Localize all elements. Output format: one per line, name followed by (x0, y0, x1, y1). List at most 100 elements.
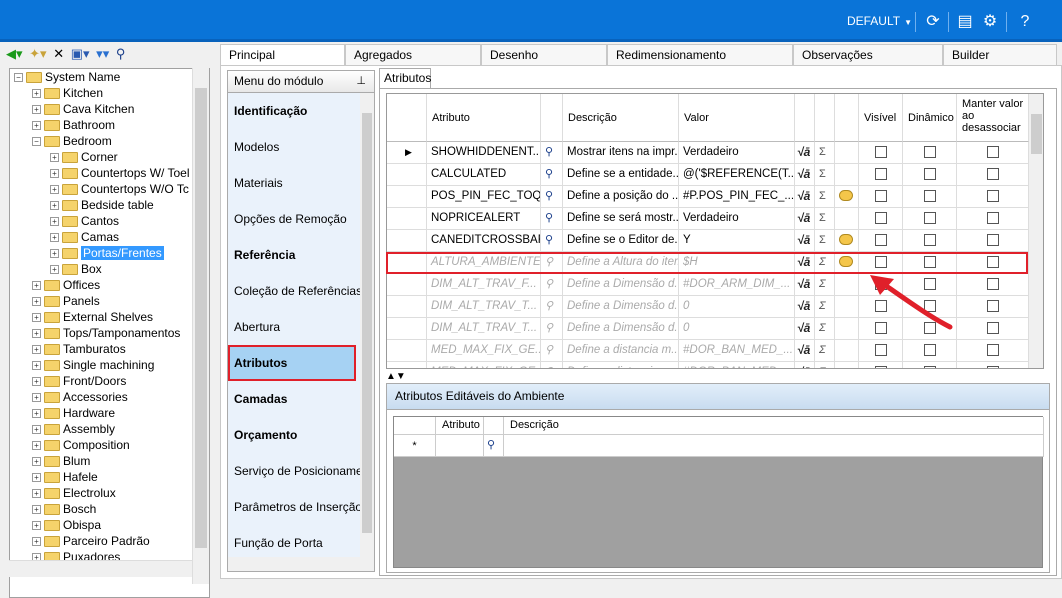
table-row[interactable]: DIM_ALT_TRAV_T... ⚲ Define a Dimensão d...… (387, 318, 1043, 340)
dynamic-checkbox[interactable] (903, 186, 957, 208)
sigma-icon[interactable]: Σ (815, 252, 835, 274)
cell-attribute[interactable]: SHOWHIDDENENT... (427, 142, 541, 164)
expand-icon[interactable]: + (32, 441, 41, 451)
expand-icon[interactable]: + (50, 217, 59, 227)
visible-checkbox[interactable] (859, 142, 903, 164)
cell-description[interactable]: Define a Dimensão d... (563, 296, 679, 318)
binoculars-icon[interactable]: ⚲ (541, 340, 563, 362)
formula-icon[interactable]: √ā (795, 142, 815, 164)
collapse-icon[interactable]: − (14, 73, 23, 83)
row-selector[interactable] (387, 208, 427, 230)
comment-cell[interactable] (835, 296, 859, 318)
formula-icon[interactable]: √ā (795, 230, 815, 252)
tab-observacoes[interactable]: Observações (793, 44, 943, 66)
sigma-icon[interactable]: Σ (815, 296, 835, 318)
collapse-icon[interactable]: − (32, 137, 41, 147)
grid-header-keep-value[interactable]: Manter valor ao desassociar (957, 94, 1029, 142)
binoculars-icon[interactable]: ⚲ (541, 362, 563, 368)
cell-description[interactable]: Define se será mostr... (563, 208, 679, 230)
new-icon[interactable]: ✦▾ (29, 44, 46, 64)
comment-cell[interactable] (835, 362, 859, 368)
help-icon[interactable]: ? (1014, 11, 1036, 33)
expand-icon[interactable]: + (50, 233, 59, 243)
cell-description[interactable]: Define se a entidade... (563, 164, 679, 186)
tree-node[interactable]: − Bedroom (32, 133, 112, 149)
sigma-icon[interactable]: Σ (815, 340, 835, 362)
expand-icon[interactable]: + (32, 345, 41, 355)
cell-description[interactable]: Define a Dimensão d... (563, 318, 679, 340)
keep-value-checkbox[interactable] (957, 340, 1029, 362)
cell-attribute[interactable]: POS_PIN_FEC_TOQ (427, 186, 541, 208)
cell-description[interactable]: Mostrar itens na impr... (563, 142, 679, 164)
sigma-icon[interactable]: Σ (815, 186, 835, 208)
module-menu-item[interactable]: Camadas (228, 381, 360, 417)
cell-attribute[interactable]: CALCULATED (427, 164, 541, 186)
table-row[interactable]: NOPRICEALERT ⚲ Define se será mostr... Verd… (387, 208, 1043, 230)
row-selector[interactable] (387, 186, 427, 208)
cell-description[interactable]: Define a distancia m... (563, 340, 679, 362)
comment-cell[interactable] (835, 340, 859, 362)
tree-node[interactable]: + Blum (32, 453, 90, 469)
keep-value-checkbox[interactable] (957, 164, 1029, 186)
tab-builder[interactable]: Builder (943, 44, 1057, 66)
expand-icon[interactable]: + (32, 377, 41, 387)
ambient-header-attribute[interactable]: Atributo (436, 417, 484, 434)
comment-cell[interactable] (835, 318, 859, 340)
sigma-icon[interactable]: Σ (815, 318, 835, 340)
tree-node[interactable]: − System Name (14, 69, 120, 85)
comment-icon[interactable] (835, 230, 859, 252)
expand-icon[interactable]: + (32, 537, 41, 547)
comment-cell[interactable] (835, 142, 859, 164)
grid-header-value[interactable]: Valor (679, 94, 795, 142)
tree-horizontal-scrollbar[interactable] (9, 560, 192, 577)
tree-node[interactable]: + Electrolux (32, 485, 116, 501)
formula-icon[interactable]: √ā (795, 186, 815, 208)
keep-value-checkbox[interactable] (957, 186, 1029, 208)
cell-attribute[interactable]: NOPRICEALERT (427, 208, 541, 230)
keep-value-checkbox[interactable] (957, 252, 1029, 274)
cell-value[interactable]: @('$REFERENCE(T... (679, 164, 795, 186)
module-menu-item[interactable]: Materiais (228, 165, 360, 201)
module-menu-item[interactable]: Atributos (228, 345, 356, 381)
sigma-icon[interactable]: Σ (815, 208, 835, 230)
expand-icon[interactable]: + (50, 185, 59, 195)
tree-node[interactable]: + Countertops W/O Tc (50, 181, 189, 197)
formula-icon[interactable]: √ā (795, 318, 815, 340)
expand-icon[interactable]: + (32, 361, 41, 371)
visible-checkbox[interactable] (859, 340, 903, 362)
binoculars-icon[interactable]: ⚲ (541, 142, 563, 164)
tree-node[interactable]: + Composition (32, 437, 130, 453)
dynamic-checkbox[interactable] (903, 274, 957, 296)
module-menu-item[interactable]: Referência (228, 237, 360, 273)
binoculars-icon[interactable]: ⚲ (541, 252, 563, 274)
tree-scrollbar[interactable] (192, 68, 209, 584)
tree-node[interactable]: + Single machining (32, 357, 154, 373)
binoculars-icon[interactable]: ⚲ (541, 186, 563, 208)
tree-node[interactable]: + Panels (32, 293, 100, 309)
tree-node[interactable]: + Parceiro Padrão (32, 533, 150, 549)
cell-description[interactable]: Define a Dimensão d... (563, 274, 679, 296)
grid-header-attribute[interactable]: Atributo (427, 94, 541, 142)
dynamic-checkbox[interactable] (903, 164, 957, 186)
system-tree[interactable]: − System Name + Kitchen + Cava Kitchen + Bathro… (9, 68, 210, 598)
tree-node[interactable]: + Front/Doors (32, 373, 126, 389)
grid-scrollbar[interactable] (1029, 94, 1043, 368)
keep-value-checkbox[interactable] (957, 208, 1029, 230)
binoculars-icon[interactable]: ⚲ (541, 230, 563, 252)
comment-cell[interactable] (835, 208, 859, 230)
module-menu-item[interactable]: Parâmetros de Inserção (228, 489, 360, 525)
tree-node[interactable]: + Tops/Tamponamentos (32, 325, 180, 341)
expand-icon[interactable]: + (50, 201, 59, 211)
cell-value[interactable]: Verdadeiro (679, 142, 795, 164)
keep-value-checkbox[interactable] (957, 362, 1029, 368)
dynamic-checkbox[interactable] (903, 340, 957, 362)
dynamic-checkbox[interactable] (903, 208, 957, 230)
cell-value[interactable]: 0 (679, 296, 795, 318)
sigma-icon[interactable]: Σ (815, 274, 835, 296)
visible-checkbox[interactable] (859, 296, 903, 318)
binoculars-icon[interactable]: ⚲ (484, 435, 504, 456)
scroll-thumb[interactable] (1031, 114, 1042, 154)
tab-redimensionamento[interactable]: Redimensionamento (607, 44, 793, 66)
sigma-icon[interactable]: Σ (815, 164, 835, 186)
cell-attribute[interactable]: MED_MAX_FIX_GE... (427, 362, 541, 368)
